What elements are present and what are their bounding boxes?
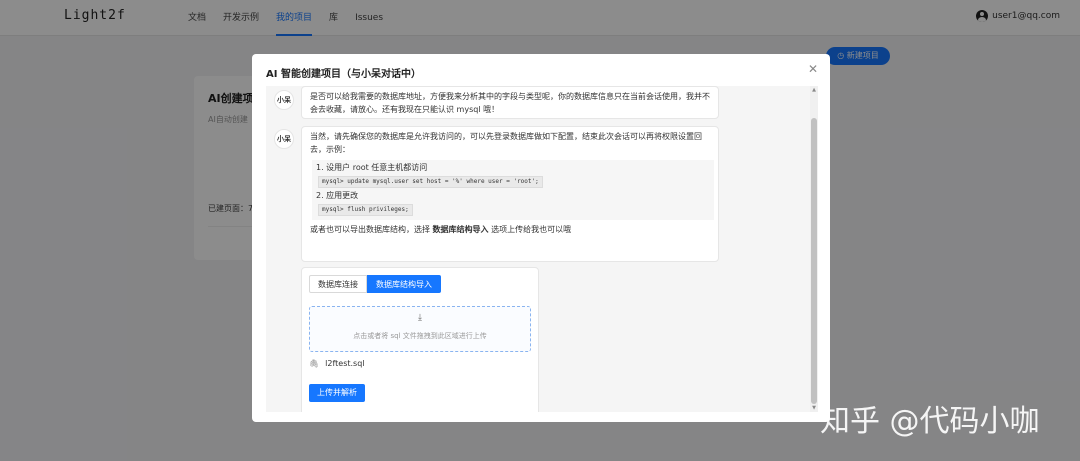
upload-and-parse-button[interactable]: 上传并解析 bbox=[309, 384, 365, 402]
file-dropzone[interactable]: ⤓ 点击或者将 sql 文件拖拽到此区域进行上传 bbox=[309, 306, 531, 352]
chat-area[interactable]: 小呆 是否可以给我需要的数据库地址，方便我来分析其中的字段与类型呢，你的数据库信… bbox=[266, 86, 818, 412]
upload-panel: 数据库连接 数据库结构导入 ⤓ 点击或者将 sql 文件拖拽到此区域进行上传 🖇… bbox=[301, 267, 539, 412]
message-text: 当然，请先确保您的数据库是允许我访问的，可以先登录数据库做如下配置，结束此次会话… bbox=[310, 132, 702, 154]
bot-avatar: 小呆 bbox=[274, 129, 294, 149]
chat-scrollbar[interactable]: ▲ ▼ bbox=[810, 86, 818, 412]
chat-message: 当然，请先确保您的数据库是允许我访问的，可以先登录数据库做如下配置，结束此次会话… bbox=[301, 126, 719, 262]
uploaded-file[interactable]: 🖇 l2ftest.sql bbox=[309, 359, 365, 368]
message-text: 是否可以给我需要的数据库地址，方便我来分析其中的字段与类型呢，你的数据库信息只在… bbox=[310, 92, 710, 114]
modal-title: AI 智能创建项目（与小呆对话中） bbox=[266, 69, 421, 80]
import-mode-tabs: 数据库连接 数据库结构导入 bbox=[309, 275, 441, 293]
scroll-down-arrow-icon[interactable]: ▼ bbox=[811, 405, 817, 411]
scroll-thumb[interactable] bbox=[811, 118, 817, 404]
paperclip-icon: 🖇 bbox=[309, 359, 320, 368]
tab-db-connection[interactable]: 数据库连接 bbox=[309, 275, 367, 293]
dropzone-hint: 点击或者将 sql 文件拖拽到此区域进行上传 bbox=[353, 332, 487, 340]
tab-db-structure-import[interactable]: 数据库结构导入 bbox=[367, 275, 441, 293]
code-snippet[interactable]: mysql> update mysql.user set host = '%' … bbox=[318, 176, 543, 188]
file-name: l2ftest.sql bbox=[325, 359, 365, 368]
option-highlight: 数据库结构导入 bbox=[432, 225, 489, 234]
bot-avatar: 小呆 bbox=[274, 90, 294, 110]
chat-message: 是否可以给我需要的数据库地址，方便我来分析其中的字段与类型呢，你的数据库信息只在… bbox=[301, 86, 719, 119]
code-snippet[interactable]: mysql> flush privileges; bbox=[318, 204, 413, 216]
close-icon[interactable]: ✕ bbox=[806, 62, 820, 76]
scroll-up-arrow-icon[interactable]: ▲ bbox=[811, 87, 817, 93]
ai-create-project-modal: AI 智能创建项目（与小呆对话中） ✕ 小呆 是否可以给我需要的数据库地址，方便… bbox=[252, 54, 830, 422]
upload-icon: ⤓ bbox=[418, 313, 422, 323]
step-label: 2. 应用更改 bbox=[316, 191, 359, 200]
watermark: 知乎 @代码小咖 bbox=[820, 404, 1040, 439]
message-text: 或者也可以导出数据库结构，选择 数据库结构导入 选项上传给我也可以哦 bbox=[310, 225, 572, 234]
instruction-block: 1. 设用户 root 任意主机都访问 mysql> update mysql.… bbox=[312, 160, 714, 220]
step-label: 1. 设用户 root 任意主机都访问 bbox=[316, 163, 428, 172]
